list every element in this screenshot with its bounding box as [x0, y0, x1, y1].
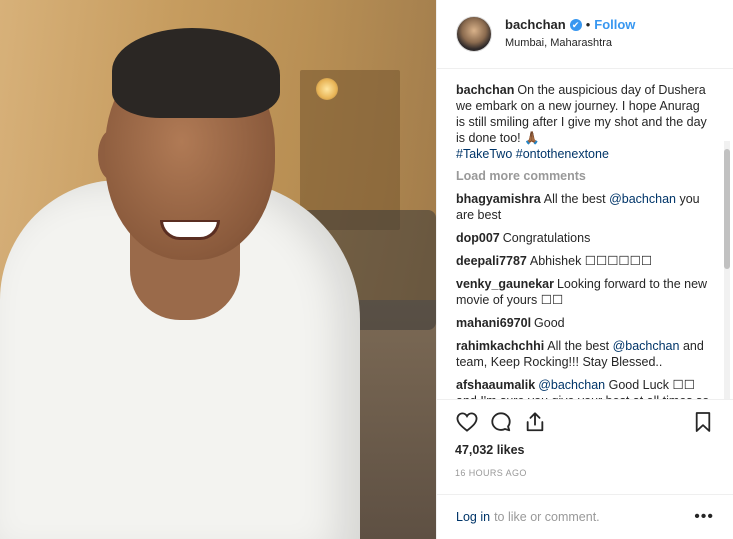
avatar[interactable]: [456, 16, 492, 52]
comment-username[interactable]: rahimkachchhi: [456, 339, 544, 353]
header-separator: •: [585, 17, 591, 32]
post-caption: bachchan On the auspicious day of Dushera…: [456, 82, 711, 162]
comment-item: deepali7787 Abhishek ☐☐☐☐☐☐: [456, 253, 711, 269]
verified-badge-icon: ✔: [569, 19, 582, 31]
action-bar: [453, 408, 717, 436]
post-timestamp[interactable]: 16 HOURS AGO: [455, 468, 717, 478]
comment-item: bhagyamishra All the best @bachchan you a…: [456, 191, 711, 223]
post-footer: Log in to like or comment. •••: [437, 494, 733, 539]
post-header: bachchan ✔ • Follow Mumbai, Maharashtra: [437, 0, 733, 69]
caption-hashtags[interactable]: #TakeTwo #ontothenextone: [456, 147, 609, 161]
comment-icon[interactable]: [487, 408, 515, 436]
comment-mention[interactable]: @bachchan: [613, 339, 680, 353]
header-username[interactable]: bachchan: [505, 17, 566, 33]
comment-text: All the best: [547, 339, 613, 353]
comment-username[interactable]: afshaaumalik: [456, 378, 535, 392]
post-actions-section: 47,032 likes 16 HOURS AGO: [437, 399, 733, 494]
likes-count[interactable]: 47,032 likes: [455, 443, 717, 457]
instagram-post: bachchan ✔ • Follow Mumbai, Maharashtra …: [0, 0, 733, 539]
scrollbar-thumb[interactable]: [724, 149, 730, 269]
photo-background-door: [300, 70, 400, 230]
comment-mention[interactable]: @bachchan: [538, 378, 605, 392]
caption-username[interactable]: bachchan: [456, 83, 514, 97]
comment-item: venky_gaunekar Looking forward to the new…: [456, 276, 711, 308]
comments-list[interactable]: bachchan On the auspicious day of Dushera…: [437, 69, 733, 399]
comment-item: rahimkachchhi All the best @bachchan and …: [456, 338, 711, 370]
comment-item: dop007 Congratulations: [456, 230, 711, 246]
comment-username[interactable]: venky_gaunekar: [456, 277, 554, 291]
heart-icon[interactable]: [453, 408, 481, 436]
comments-scrollbar[interactable]: [724, 141, 730, 399]
comment-username[interactable]: mahani6970l: [456, 316, 531, 330]
login-link[interactable]: Log in: [456, 510, 490, 524]
comment-text: Good: [534, 316, 565, 330]
photo-background-lamp: [316, 78, 338, 100]
bookmark-icon[interactable]: [689, 408, 717, 436]
login-prompt-text: to like or comment.: [494, 510, 600, 524]
comment-item: afshaaumalik@bachchan Good Luck ☐☐ and I…: [456, 377, 711, 399]
comment-username[interactable]: bhagyamishra: [456, 192, 541, 206]
comment-container: bhagyamishra All the best @bachchan you a…: [456, 191, 711, 399]
comment-username[interactable]: dop007: [456, 231, 500, 245]
comment-mention[interactable]: @bachchan: [609, 192, 676, 206]
header-text: bachchan ✔ • Follow Mumbai, Maharashtra: [505, 17, 635, 51]
comment-item: mahani6970l Good: [456, 315, 711, 331]
follow-button[interactable]: Follow: [594, 17, 635, 33]
post-side-panel: bachchan ✔ • Follow Mumbai, Maharashtra …: [436, 0, 733, 539]
share-icon[interactable]: [521, 408, 549, 436]
load-more-comments-button[interactable]: Load more comments: [456, 169, 711, 183]
comment-text: Congratulations: [502, 231, 591, 245]
more-options-icon[interactable]: •••: [694, 508, 714, 526]
header-user-line: bachchan ✔ • Follow: [505, 17, 635, 33]
comment-text: All the best: [543, 192, 610, 206]
photo-subject-hair: [112, 28, 280, 118]
comment-text: Abhishek ☐☐☐☐☐☐: [529, 254, 653, 268]
post-photo[interactable]: [0, 0, 436, 539]
location-link[interactable]: Mumbai, Maharashtra: [505, 35, 635, 51]
comment-username[interactable]: deepali7787: [456, 254, 527, 268]
